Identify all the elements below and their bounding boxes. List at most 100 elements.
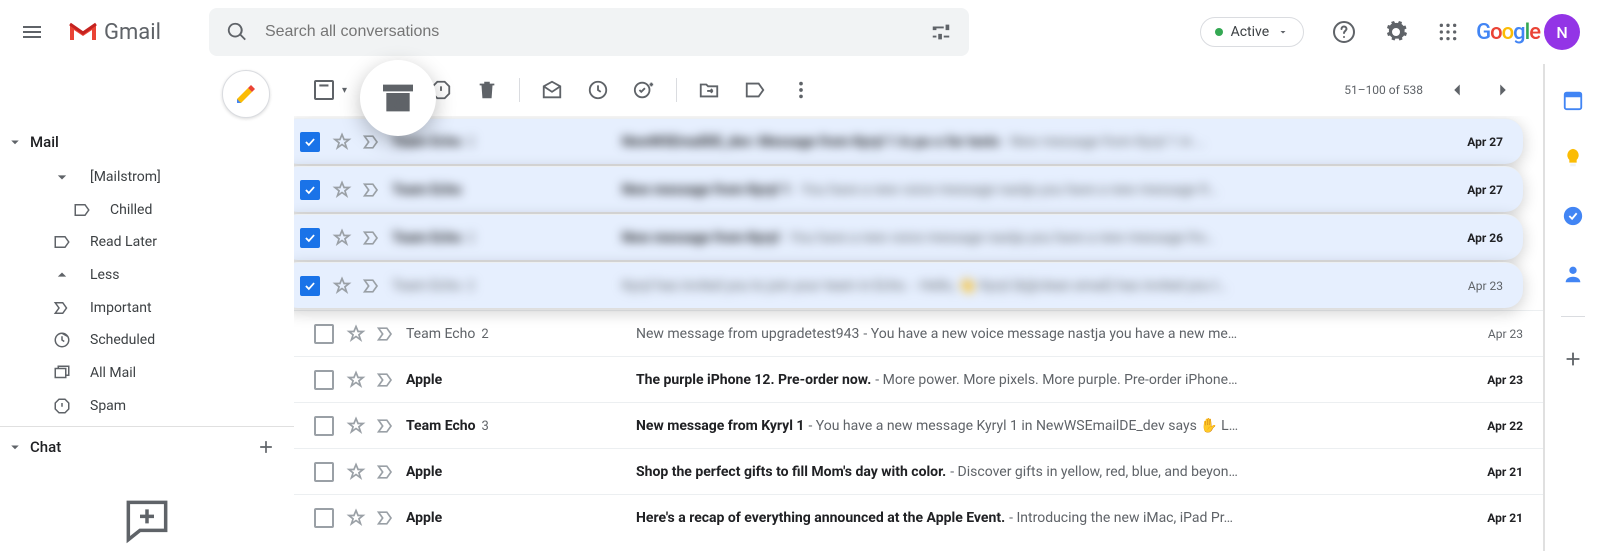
important-button[interactable] — [362, 132, 382, 152]
label-icon — [52, 232, 72, 252]
important-button[interactable] — [376, 416, 396, 436]
message-row[interactable]: AppleThe purple iPhone 12. Pre-order now… — [294, 356, 1543, 402]
important-button[interactable] — [376, 462, 396, 482]
older-button[interactable] — [1483, 70, 1523, 110]
row-checkbox[interactable] — [314, 462, 334, 482]
star-icon — [346, 416, 366, 436]
row-subject-line: NewWSEmailDE_dev: Message from Kyryl 1 i… — [622, 134, 1413, 150]
thread-count: 2 — [468, 231, 475, 246]
more-button[interactable] — [781, 70, 821, 110]
get-addons-button[interactable] — [1553, 339, 1593, 379]
search-icon — [226, 21, 248, 43]
mail-toolbar: ▾ 51–100 of 538 — [294, 64, 1543, 116]
calendar-app-button[interactable] — [1553, 80, 1593, 120]
account-avatar[interactable]: N — [1544, 14, 1580, 50]
settings-button[interactable] — [1372, 8, 1420, 56]
sidebar-item-scheduled[interactable]: Scheduled — [0, 324, 294, 357]
search-button[interactable] — [217, 12, 257, 52]
pencil-icon — [234, 82, 258, 106]
sidebar-item-chilled[interactable]: Chilled — [0, 193, 294, 226]
tasks-app-button[interactable] — [1553, 196, 1593, 236]
star-button[interactable] — [346, 324, 366, 344]
sidebar: Mail [Mailstrom] Chilled Read Later Less — [0, 64, 294, 551]
labels-button[interactable] — [735, 70, 775, 110]
message-row[interactable]: Team Echo2New message from upgradetest94… — [294, 310, 1543, 356]
row-subject-line: New message from Kyryl - You have a new … — [622, 230, 1413, 246]
message-row[interactable]: Team Echo3New message from Kyryl 1 - You… — [294, 402, 1543, 448]
message-row[interactable]: Team EchoNew message from Kyryl 1 - You … — [294, 166, 1523, 212]
chevron-down-icon — [6, 438, 24, 456]
row-checkbox[interactable] — [300, 228, 320, 248]
new-chat-button[interactable] — [256, 437, 276, 457]
row-subject: Shop the perfect gifts to fill Mom's day… — [636, 464, 946, 480]
important-marker-icon — [362, 228, 382, 248]
label-icon — [72, 200, 92, 220]
google-apps-button[interactable] — [1424, 8, 1472, 56]
main-menu-button[interactable] — [8, 8, 56, 56]
star-button[interactable] — [346, 462, 366, 482]
message-row[interactable]: AppleShop the perfect gifts to fill Mom'… — [294, 448, 1543, 494]
row-checkbox[interactable] — [300, 132, 320, 152]
star-button[interactable] — [346, 416, 366, 436]
help-icon — [1332, 20, 1356, 44]
row-checkbox[interactable] — [314, 416, 334, 436]
chat-section-toggle[interactable]: Chat — [0, 427, 294, 467]
sender-name: Team Echo — [392, 230, 462, 246]
star-button[interactable] — [346, 370, 366, 390]
newer-button[interactable] — [1437, 70, 1477, 110]
sidebar-item-all-mail[interactable]: All Mail — [0, 357, 294, 390]
message-row[interactable]: AppleHere's a recap of everything announ… — [294, 494, 1543, 540]
important-marker-icon — [376, 416, 396, 436]
empty-chat-placeholder[interactable] — [0, 467, 294, 551]
row-checkbox[interactable] — [314, 370, 334, 390]
search-input[interactable] — [257, 23, 921, 41]
search-bar[interactable] — [209, 8, 969, 56]
contacts-app-button[interactable] — [1553, 254, 1593, 294]
important-button[interactable] — [376, 370, 396, 390]
important-button[interactable] — [376, 324, 396, 344]
snooze-button[interactable] — [578, 70, 618, 110]
move-to-button[interactable] — [689, 70, 729, 110]
row-checkbox[interactable] — [300, 276, 320, 296]
important-button[interactable] — [362, 180, 382, 200]
message-row[interactable]: Team Echo2NewWSEmailDE_dev: Message from… — [294, 118, 1523, 164]
thread-count: 2 — [468, 135, 475, 150]
search-options-button[interactable] — [921, 12, 961, 52]
google-logo[interactable]: Google — [1476, 20, 1540, 45]
star-icon — [346, 324, 366, 344]
select-all-menu[interactable]: ▾ — [342, 85, 347, 96]
compose-button[interactable] — [222, 70, 270, 118]
star-button[interactable] — [332, 180, 352, 200]
star-button[interactable] — [332, 276, 352, 296]
status-chip[interactable]: Active — [1200, 17, 1305, 47]
add-task-button[interactable] — [624, 70, 664, 110]
sidebar-item-read-later[interactable]: Read Later — [0, 226, 294, 259]
sidebar-item-less[interactable]: Less — [0, 259, 294, 292]
important-button[interactable] — [376, 508, 396, 528]
important-button[interactable] — [362, 228, 382, 248]
star-button[interactable] — [332, 228, 352, 248]
row-date: Apr 23 — [1443, 373, 1523, 387]
message-row[interactable]: Team Echo2Kyryl has invited you to join … — [294, 262, 1523, 308]
delete-button[interactable] — [467, 70, 507, 110]
sidebar-item-important[interactable]: Important — [0, 291, 294, 324]
select-all-checkbox[interactable] — [314, 80, 334, 100]
star-button[interactable] — [346, 508, 366, 528]
row-checkbox[interactable] — [300, 180, 320, 200]
support-button[interactable] — [1320, 8, 1368, 56]
row-checkbox[interactable] — [314, 324, 334, 344]
sidebar-item-spam[interactable]: Spam — [0, 389, 294, 422]
row-checkbox[interactable] — [314, 508, 334, 528]
mark-read-button[interactable] — [532, 70, 572, 110]
sidebar-item-mailstrom[interactable]: [Mailstrom] — [0, 161, 294, 194]
row-sender: Team Echo — [392, 182, 612, 198]
gmail-logo[interactable]: Gmail — [68, 20, 161, 45]
message-row[interactable]: Team Echo 2 New message from Kyryl - You h… — [294, 214, 1523, 260]
star-button[interactable] — [332, 132, 352, 152]
mail-section-toggle[interactable]: Mail — [0, 123, 294, 161]
keep-app-button[interactable] — [1553, 138, 1593, 178]
star-icon — [332, 276, 352, 296]
archive-drop-target[interactable] — [360, 60, 436, 136]
keep-icon — [1562, 147, 1584, 169]
important-button[interactable] — [362, 276, 382, 296]
